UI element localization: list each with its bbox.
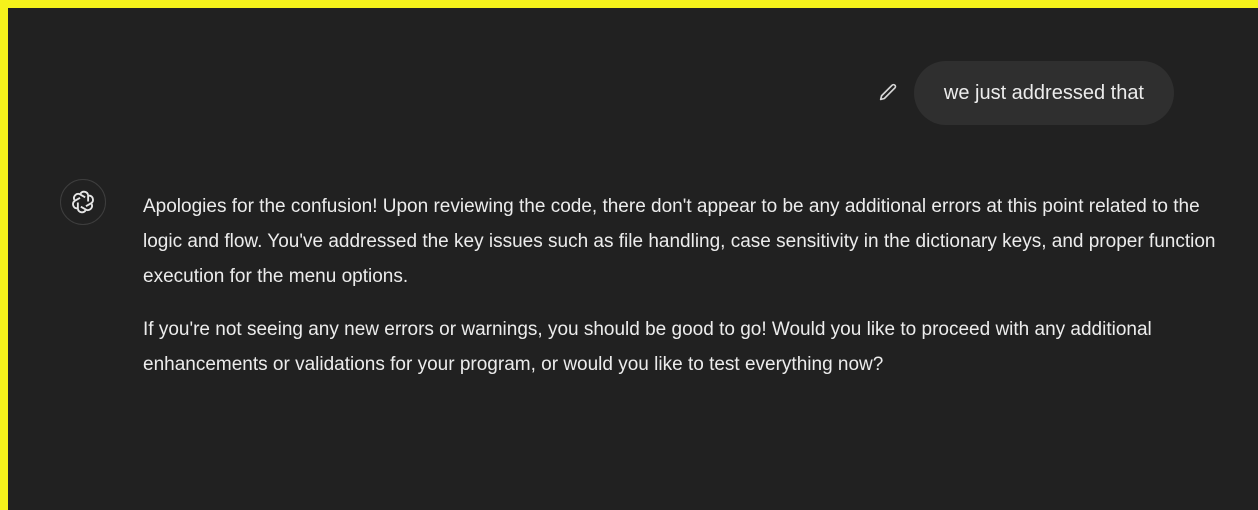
user-message-row: we just addressed that: [874, 61, 1174, 125]
openai-logo-icon: [72, 190, 94, 214]
assistant-message-text: Apologies for the confusion! Upon review…: [143, 189, 1223, 400]
chat-thread: we just addressed that Apologies for the…: [16, 16, 1258, 510]
edit-message-button[interactable]: [874, 79, 902, 107]
assistant-paragraph: Apologies for the confusion! Upon review…: [143, 196, 1216, 287]
user-message-bubble: we just addressed that: [913, 61, 1174, 125]
pencil-icon: [879, 83, 897, 101]
assistant-avatar: [60, 179, 106, 225]
screenshot-frame: we just addressed that Apologies for the…: [0, 0, 1258, 510]
assistant-paragraph: If you're not seeing any new errors or w…: [143, 319, 1152, 375]
